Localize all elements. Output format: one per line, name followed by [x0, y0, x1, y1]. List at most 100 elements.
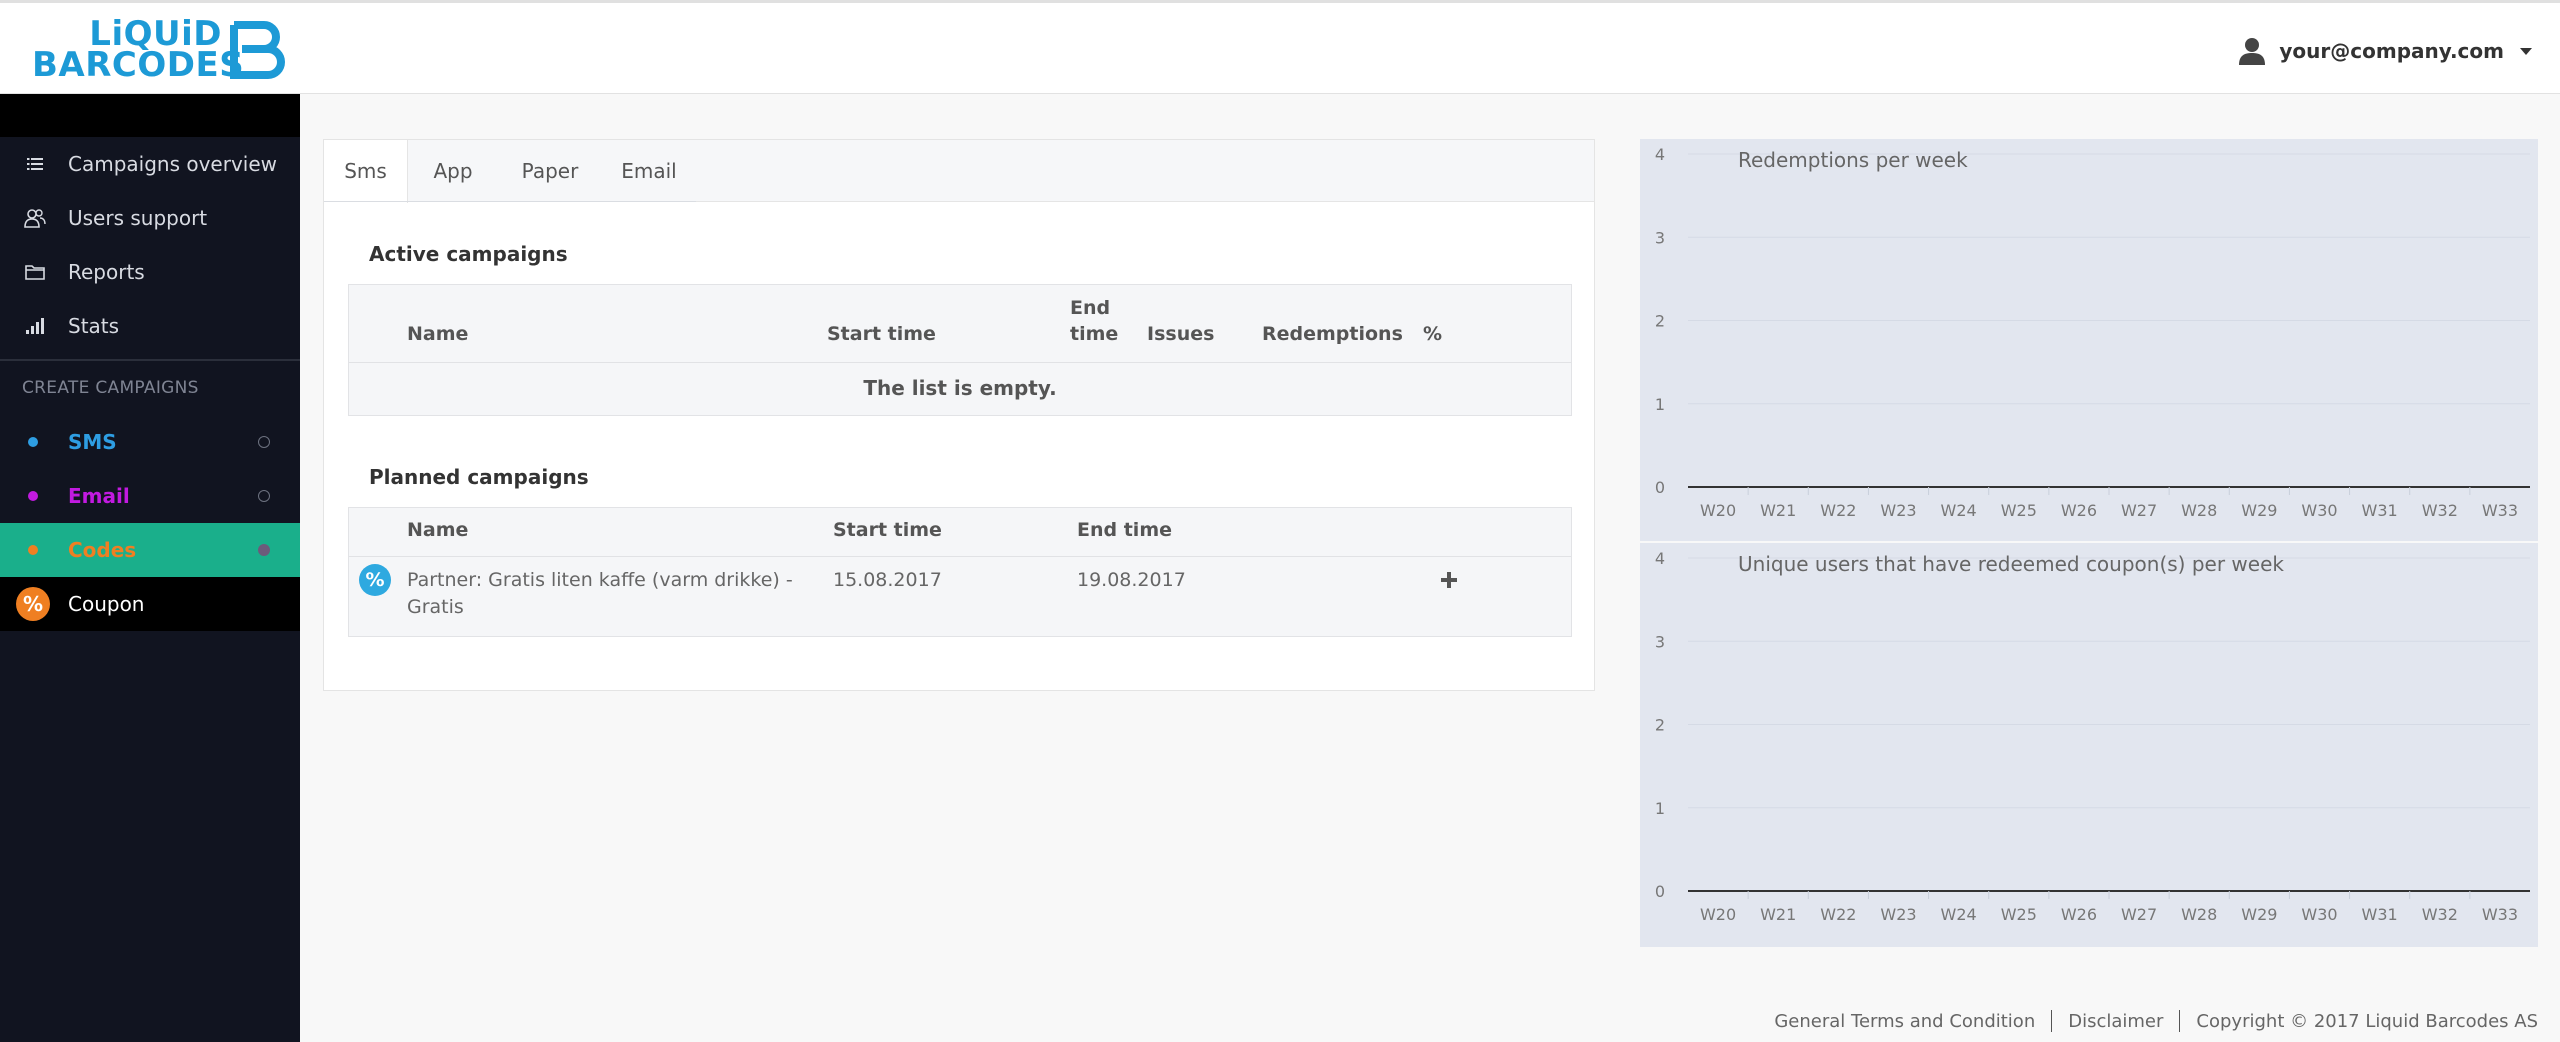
column-header-percent: % [1423, 323, 1443, 345]
x-tick-label: W31 [2362, 501, 2398, 520]
list-icon [24, 153, 46, 175]
channel-tabs: Sms App Paper Email [324, 140, 1594, 203]
campaign-start-time: 15.08.2017 [833, 569, 942, 591]
user-menu[interactable]: your@company.com [2239, 33, 2532, 69]
y-tick-label: 3 [1655, 228, 1665, 247]
planned-campaigns-title: Planned campaigns [369, 465, 589, 489]
tab-sms[interactable]: Sms [324, 140, 408, 203]
x-tick-label: W22 [1820, 905, 1856, 924]
sidebar-item-label: Users support [68, 206, 208, 230]
logo-line-2: BARCODES [32, 45, 245, 85]
footer-divider [2051, 1010, 2053, 1032]
x-tick-label: W23 [1880, 905, 1916, 924]
folder-icon [24, 261, 46, 283]
x-tick-label: W27 [2121, 501, 2157, 520]
column-header-end-time-line-1: End [1070, 297, 1111, 319]
unique-users-chart-svg: 0 1 2 3 4 W20 W21 W22 W23 W24 W25 W26 W27 W28 W29 W30 W3… [1655, 549, 2530, 924]
radio-ring-icon [258, 490, 270, 502]
percent-badge-icon: % [359, 564, 391, 596]
active-campaigns-table: Name Start time End time Issues Redempti… [348, 284, 1572, 416]
sidebar-item-reports[interactable]: Reports [0, 245, 300, 299]
sidebar-item-campaigns-overview[interactable]: Campaigns overview [0, 137, 300, 191]
x-tick-label: W32 [2422, 501, 2458, 520]
radio-ring-icon [258, 436, 270, 448]
tab-email[interactable]: Email [602, 140, 696, 202]
tab-underline [324, 201, 696, 202]
chevron-down-icon [2520, 47, 2532, 55]
column-header-name: Name [407, 323, 469, 345]
x-tick-label: W28 [2181, 905, 2217, 924]
x-tick-label: W27 [2121, 905, 2157, 924]
x-tick-label: W23 [1880, 501, 1916, 520]
redemptions-chart-svg: 0 1 2 3 4 W20 W21 W22 W23 W24 W25 W26 W27 W28 W29 W30 W3… [1655, 145, 2530, 520]
column-header-end-time-line-2: time [1070, 323, 1119, 345]
radio-ring-icon [258, 544, 270, 556]
y-tick-label: 4 [1655, 145, 1665, 164]
column-header-issues: Issues [1147, 323, 1215, 345]
x-tick-label: W21 [1760, 501, 1796, 520]
chart-title: Unique users that have redeemed coupon(s… [1738, 552, 2284, 576]
create-campaigns-heading: CREATE CAMPAIGNS [22, 378, 199, 398]
x-tick-label: W25 [2001, 501, 2037, 520]
x-tick-label: W29 [2241, 905, 2277, 924]
planned-campaigns-table: Name Start time End time % Partner: Grat… [348, 507, 1572, 637]
codes-dot-icon [28, 545, 38, 555]
plus-icon[interactable] [1439, 570, 1459, 590]
top-bar: LiQUiD BARCODES your@company.com [0, 0, 2560, 94]
terms-link[interactable]: General Terms and Condition [1774, 1011, 2035, 1032]
coupon-label: Coupon [68, 592, 145, 616]
x-tick-label: W30 [2301, 905, 2337, 924]
unique-users-chart: 0 1 2 3 4 W20 W21 W22 W23 W24 W25 W26 W27 W28 W29 W30 W3… [1640, 543, 2538, 947]
create-codes-campaign[interactable]: Codes [0, 523, 300, 577]
x-tick-label: W31 [2362, 905, 2398, 924]
liquid-barcodes-logo[interactable]: LiQUiD BARCODES [32, 17, 290, 85]
x-tick-label: W28 [2181, 501, 2217, 520]
empty-list-message: The list is empty. [863, 376, 1057, 400]
copyright-text: Copyright © 2017 Liquid Barcodes AS [2196, 1010, 2538, 1032]
y-tick-label: 2 [1655, 716, 1665, 735]
percent-badge-icon: % [16, 587, 50, 621]
campaign-name-line-2: Gratis [407, 596, 464, 618]
create-sms-campaign[interactable]: SMS [0, 415, 300, 469]
y-tick-label: 1 [1655, 395, 1665, 414]
x-tick-label: W33 [2482, 501, 2518, 520]
users-icon [24, 207, 46, 229]
sidebar-item-stats[interactable]: Stats [0, 299, 300, 353]
y-tick-label: 3 [1655, 632, 1665, 651]
create-coupon-campaign[interactable]: % Coupon [0, 577, 300, 631]
chart-title: Redemptions per week [1738, 148, 1968, 172]
active-campaigns-title: Active campaigns [369, 242, 568, 266]
footer-divider [2179, 1010, 2181, 1032]
disclaimer-link[interactable]: Disclaimer [2068, 1011, 2163, 1032]
x-tick-label: W20 [1700, 905, 1736, 924]
redemptions-chart: 0 1 2 3 4 W20 W21 W22 W23 W24 W25 W26 W27 W28 W29 W30 W3… [1640, 139, 2538, 541]
x-tick-label: W32 [2422, 905, 2458, 924]
column-header-name: Name [407, 519, 469, 541]
campaign-name-line-1: Partner: Gratis liten kaffe (varm drikke… [407, 569, 793, 591]
table-row[interactable]: % Partner: Gratis liten kaffe (varm drik… [349, 557, 1571, 636]
x-tick-label: W26 [2061, 501, 2097, 520]
column-header-start-time: Start time [833, 519, 942, 541]
sidebar-top-strip [0, 94, 300, 137]
tab-paper[interactable]: Paper [498, 140, 602, 202]
x-tick-label: W30 [2301, 501, 2337, 520]
signal-icon [24, 315, 46, 337]
y-tick-label: 0 [1655, 478, 1665, 497]
sidebar-item-label: Reports [68, 260, 145, 284]
sidebar-item-label: Stats [68, 314, 120, 338]
campaigns-panel: Sms App Paper Email Active campaigns Nam… [323, 139, 1595, 691]
logo-b-mark-icon [230, 21, 285, 79]
column-header-redemptions: Redemptions [1262, 323, 1403, 345]
x-tick-label: W21 [1760, 905, 1796, 924]
x-tick-label: W24 [1941, 501, 1977, 520]
y-tick-label: 2 [1655, 312, 1665, 331]
x-tick-label: W20 [1700, 501, 1736, 520]
x-tick-label: W22 [1820, 501, 1856, 520]
create-email-campaign[interactable]: Email [0, 469, 300, 523]
column-header-start-time: Start time [827, 323, 936, 345]
y-tick-label: 4 [1655, 549, 1665, 568]
sms-dot-icon [28, 437, 38, 447]
tab-app[interactable]: App [408, 140, 498, 202]
user-icon [2239, 38, 2266, 65]
sidebar-item-users-support[interactable]: Users support [0, 191, 300, 245]
